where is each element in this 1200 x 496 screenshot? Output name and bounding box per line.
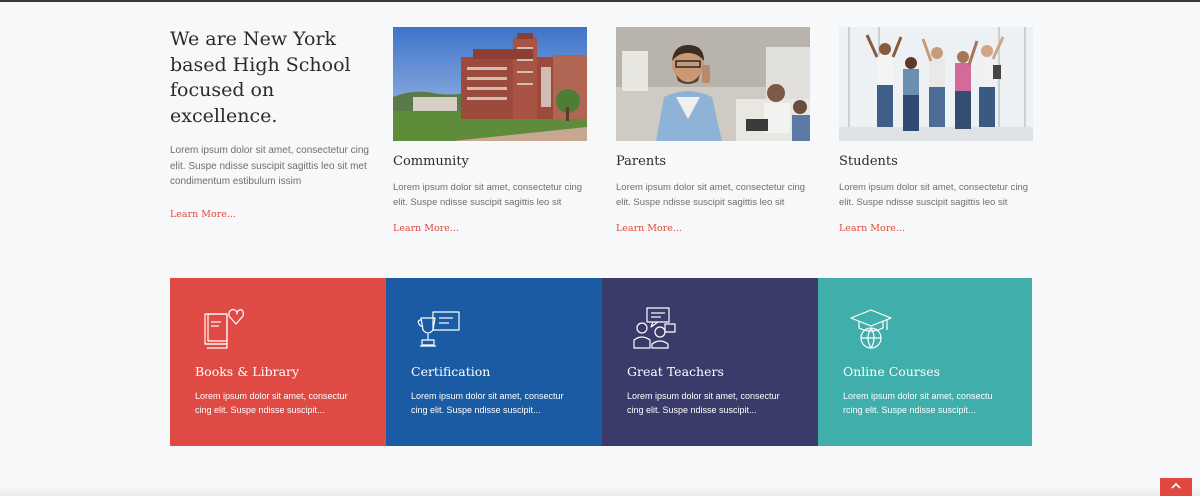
card-learn-more-link[interactable]: Learn More...: [839, 223, 905, 234]
card-text: Lorem ipsum dolor sit amet, consectetur …: [393, 182, 583, 208]
feature-certification[interactable]: Certification Lorem ipsum dolor sit amet…: [386, 278, 602, 446]
community-photo: [393, 27, 587, 141]
top-divider: [0, 0, 1200, 2]
card-text: Lorem ipsum dolor sit amet, consectetur …: [616, 182, 806, 208]
card-text: Lorem ipsum dolor sit amet, consectetur …: [839, 182, 1029, 208]
intro-text: Lorem ipsum dolor sit amet, consectetur …: [170, 145, 369, 187]
card-students: Students Lorem ipsum dolor sit amet, con…: [839, 27, 1033, 236]
intro-heading: We are New York based High School focuse…: [170, 28, 351, 127]
teachers-chat-icon: [633, 307, 676, 349]
feature-title: Books & Library: [195, 364, 300, 379]
card-title: Students: [839, 154, 898, 169]
feature-books-library[interactable]: Books & Library Lorem ipsum dolor sit am…: [170, 278, 386, 446]
graduation-globe-icon: [850, 309, 892, 349]
intro-block: We are New York based High School focuse…: [170, 27, 370, 222]
feature-title: Online Courses: [843, 364, 941, 379]
feature-online-courses[interactable]: Online Courses Lorem ipsum dolor sit ame…: [818, 278, 1032, 446]
feature-text: Lorem ipsum dolor sit amet, consectur ci…: [411, 391, 564, 415]
card-parents: Parents Lorem ipsum dolor sit amet, cons…: [616, 27, 810, 236]
feature-text: Lorem ipsum dolor sit amet, consectur ci…: [627, 391, 780, 415]
scroll-to-top-button[interactable]: [1160, 478, 1192, 496]
card-title: Community: [393, 154, 469, 169]
feature-text: Lorem ipsum dolor sit amet, consectur ci…: [195, 391, 348, 415]
footer-edge: [0, 486, 1200, 496]
card-community: Community Lorem ipsum dolor sit amet, co…: [393, 27, 587, 236]
parents-photo: [616, 27, 810, 141]
book-heart-icon: [204, 308, 244, 349]
feature-title: Certification: [411, 364, 491, 379]
students-photo: [839, 27, 1033, 141]
feature-text: Lorem ipsum dolor sit amet, consectu rci…: [843, 391, 993, 415]
card-title: Parents: [616, 154, 667, 169]
card-learn-more-link[interactable]: Learn More...: [393, 223, 459, 234]
feature-title: Great Teachers: [627, 364, 724, 379]
chevron-up-icon: [1171, 482, 1181, 489]
features-row: Books & Library Lorem ipsum dolor sit am…: [170, 278, 1032, 446]
feature-great-teachers[interactable]: Great Teachers Lorem ipsum dolor sit ame…: [602, 278, 818, 446]
intro-learn-more-link[interactable]: Learn More...: [170, 209, 236, 220]
card-learn-more-link[interactable]: Learn More...: [616, 223, 682, 234]
trophy-certificate-icon: [417, 311, 460, 347]
